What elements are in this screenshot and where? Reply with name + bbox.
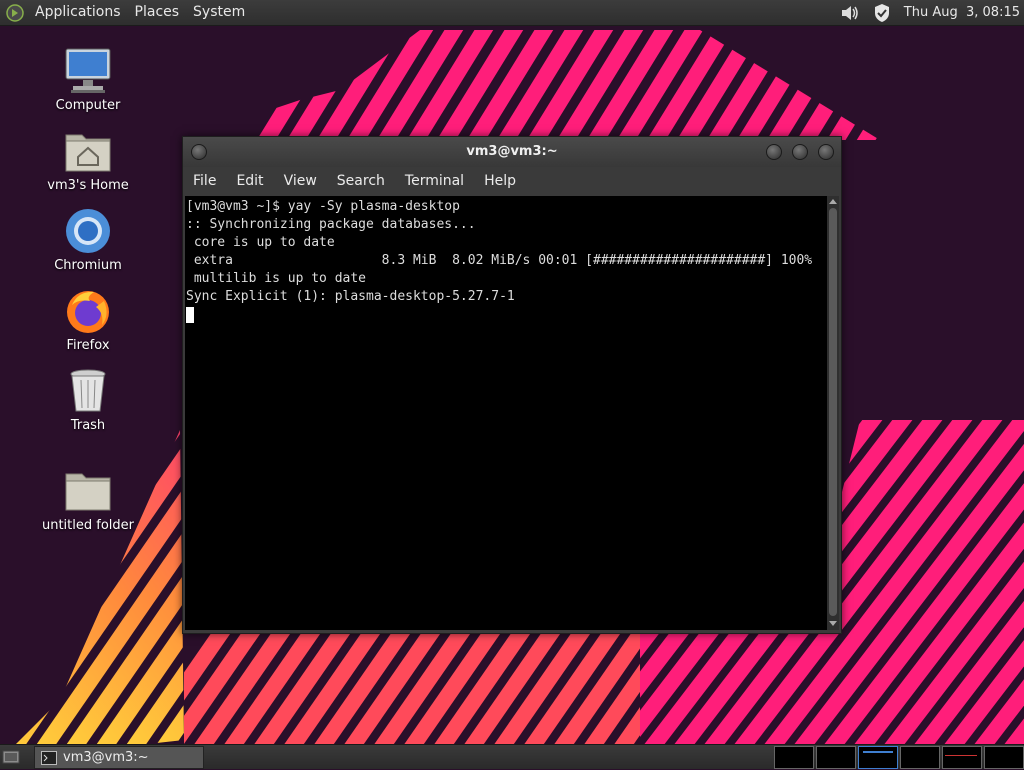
shield-icon[interactable]	[871, 2, 893, 24]
terminal-line: [vm3@vm3 ~]$ yay -Sy plasma-desktop	[186, 199, 460, 214]
scroll-up-arrow-icon[interactable]	[829, 199, 837, 204]
terminal-line: :: Synchronizing package databases...	[186, 217, 476, 232]
computer-icon	[63, 46, 113, 96]
desktop-icon-label: Computer	[55, 98, 121, 113]
desktop-icon-firefox[interactable]: Firefox	[38, 286, 138, 353]
menu-terminal[interactable]: Terminal	[395, 167, 474, 195]
show-desktop-icon[interactable]	[2, 748, 20, 766]
trash-icon	[63, 366, 113, 416]
terminal-output[interactable]: [vm3@vm3 ~]$ yay -Sy plasma-desktop :: S…	[185, 196, 827, 630]
desktop-icon-label: vm3's Home	[47, 178, 129, 193]
bottom-panel: vm3@vm3:~	[0, 744, 1024, 769]
terminal-line: core is up to date	[186, 235, 335, 250]
mate-logo-icon[interactable]	[4, 2, 26, 24]
workspace-1[interactable]	[774, 746, 814, 769]
terminal-window[interactable]: vm3@vm3:~ File Edit View Search Terminal…	[182, 136, 842, 634]
desktop-icon-label: untitled folder	[41, 518, 134, 533]
menu-search[interactable]: Search	[327, 167, 395, 195]
taskbar-terminal-button[interactable]: vm3@vm3:~	[34, 746, 204, 769]
minimize-button[interactable]	[766, 144, 782, 160]
workspace-switcher[interactable]	[774, 746, 1024, 769]
terminal-icon	[41, 750, 57, 765]
menu-file[interactable]: File	[183, 167, 226, 195]
folder-icon	[63, 466, 113, 516]
workspace-5[interactable]	[942, 746, 982, 769]
terminal-line: extra 8.3 MiB 8.02 MiB/s 00:01 [########…	[186, 253, 813, 268]
desktop-icon-label: Firefox	[66, 338, 110, 353]
applications-menu[interactable]: Applications	[28, 0, 128, 25]
workspace-2[interactable]	[816, 746, 856, 769]
workspace-3[interactable]	[858, 746, 898, 769]
desktop-icon-trash[interactable]: Trash	[38, 366, 138, 433]
scroll-down-arrow-icon[interactable]	[829, 621, 837, 626]
window-title: vm3@vm3:~	[466, 144, 558, 159]
desktop-icon-untitled-folder[interactable]: untitled folder	[38, 466, 138, 533]
desktop-icon-home[interactable]: vm3's Home	[38, 126, 138, 193]
menu-view[interactable]: View	[274, 167, 327, 195]
clock[interactable]: Thu Aug 3, 08:15	[898, 5, 1024, 20]
home-folder-icon	[63, 126, 113, 176]
taskbar-button-label: vm3@vm3:~	[63, 750, 149, 765]
desktop-icon-chromium[interactable]: Chromium	[38, 206, 138, 273]
system-menu[interactable]: System	[186, 0, 252, 25]
desktop-icon-label: Trash	[70, 418, 106, 433]
top-panel: Applications Places System Thu Aug 3, 08…	[0, 0, 1024, 26]
menu-edit[interactable]: Edit	[226, 167, 273, 195]
window-titlebar[interactable]: vm3@vm3:~	[183, 137, 841, 167]
terminal-line: Sync Explicit (1): plasma-desktop-5.27.7…	[186, 289, 515, 304]
workspace-6[interactable]	[984, 746, 1024, 769]
workspace-4[interactable]	[900, 746, 940, 769]
menu-help[interactable]: Help	[474, 167, 526, 195]
terminal-cursor	[186, 307, 194, 323]
firefox-icon	[63, 286, 113, 336]
desktop-icon-label: Chromium	[54, 258, 122, 273]
terminal-scrollbar[interactable]	[827, 196, 839, 630]
volume-icon[interactable]	[839, 2, 861, 24]
terminal-menubar: File Edit View Search Terminal Help	[183, 167, 841, 195]
desktop-icon-computer[interactable]: Computer	[38, 46, 138, 113]
close-button[interactable]	[818, 144, 834, 160]
chromium-icon	[63, 206, 113, 256]
scrollbar-thumb[interactable]	[829, 208, 837, 616]
places-menu[interactable]: Places	[128, 0, 187, 25]
terminal-line: multilib is up to date	[186, 271, 367, 286]
maximize-button[interactable]	[792, 144, 808, 160]
